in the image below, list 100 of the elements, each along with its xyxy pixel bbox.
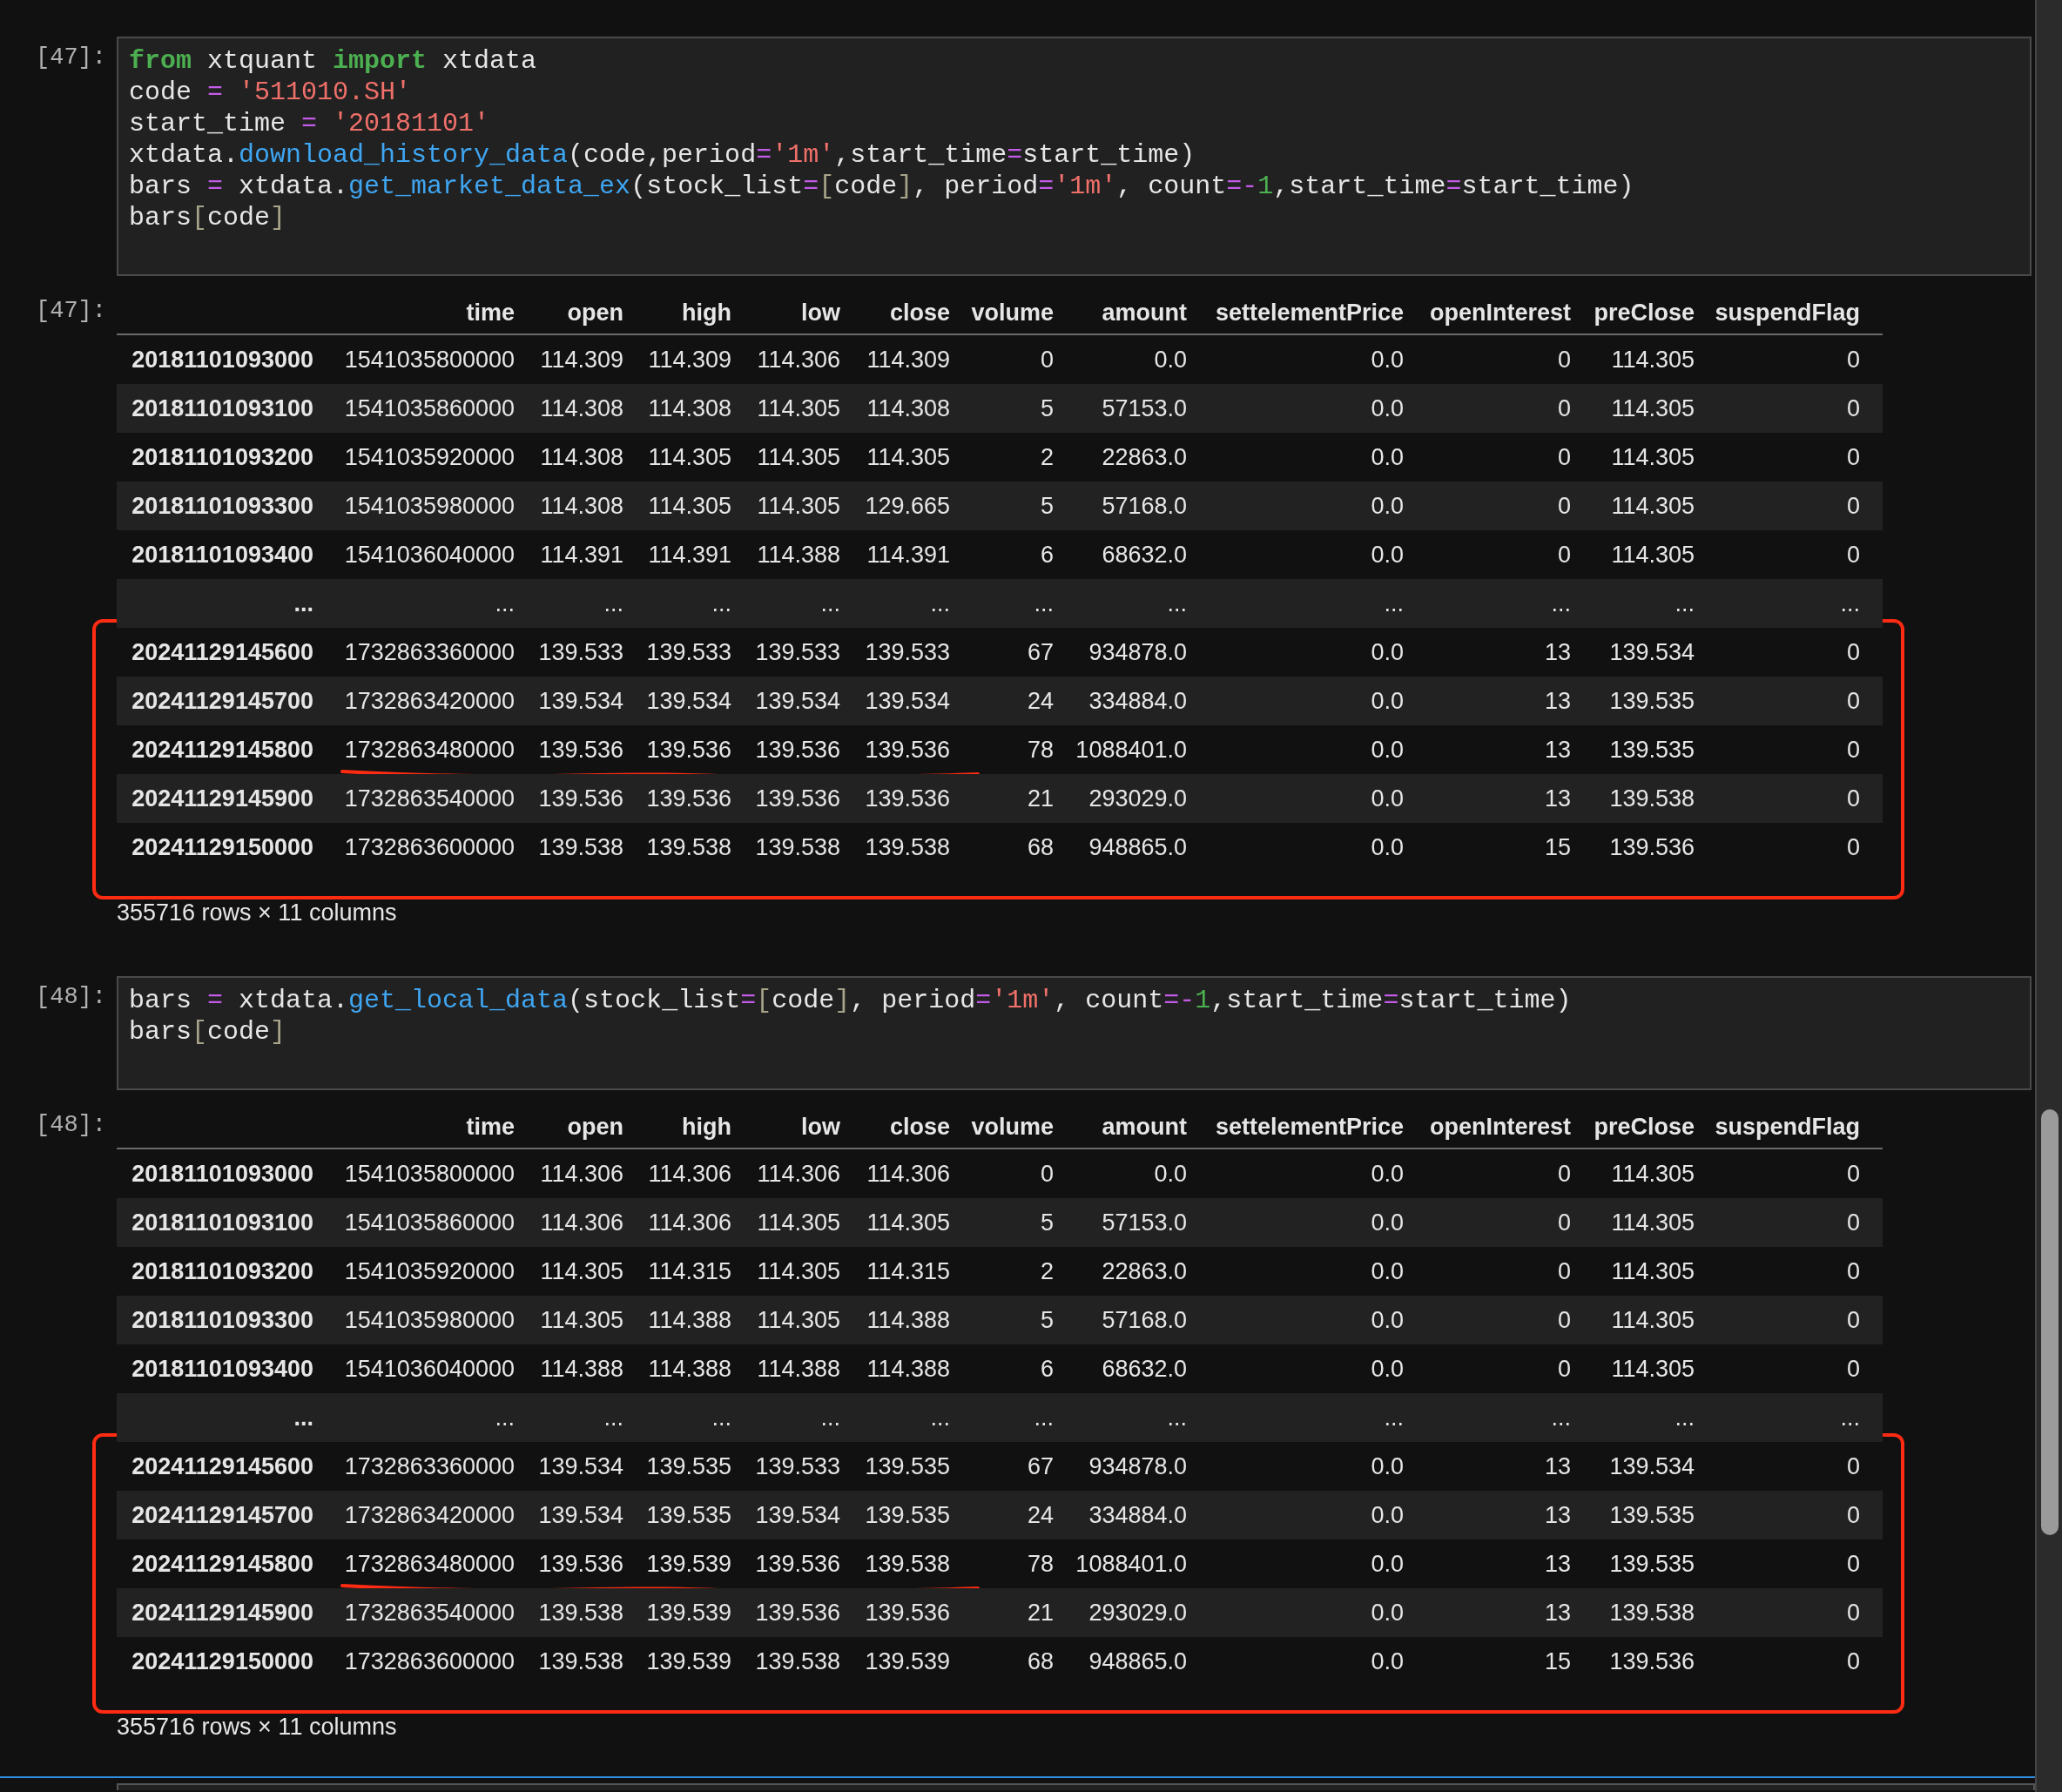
- row-header: 20181101093000: [131, 345, 314, 374]
- row-header: ...: [117, 579, 326, 628]
- code-editor[interactable]: [117, 37, 2032, 276]
- table-cell-text: 139.533: [537, 637, 624, 667]
- table-cell-text: 114.391: [866, 540, 951, 569]
- code-line: bars[code]: [129, 1016, 286, 1048]
- table-cell: 13: [1416, 677, 1583, 725]
- table-cell-text: 1732863600000: [343, 1647, 516, 1676]
- table-cell-text: 139.539: [645, 1549, 732, 1579]
- table-cell-text: 1541035800000: [343, 345, 516, 374]
- table-cell-text: 1732863480000: [343, 735, 516, 765]
- table-cell-text: 139.539: [645, 1647, 732, 1676]
- table-cell: 1541035980000: [326, 1296, 527, 1344]
- table-cell: 24: [962, 1491, 1066, 1539]
- code-line: code = '511010.SH': [129, 77, 412, 108]
- table-cell-text: 13: [1543, 735, 1572, 765]
- table-cell-text: 0.0: [1370, 1256, 1405, 1286]
- table-cell: 13: [1416, 774, 1583, 823]
- scrollbar-thumb[interactable]: [2040, 1109, 2059, 1535]
- table-cell-text: 13: [1543, 1549, 1572, 1579]
- table-cell-text: 139.535: [1608, 735, 1695, 765]
- table-cell: ...: [527, 579, 636, 628]
- table-cell: ...: [962, 1393, 1066, 1442]
- table-cell: 1541035980000: [326, 482, 527, 530]
- table-cell-text: 0: [1556, 1256, 1572, 1286]
- row-header: 20241129145900: [117, 1588, 326, 1637]
- table-cell-text: 139.535: [1608, 1549, 1695, 1579]
- table-cell: 0: [1707, 774, 1883, 823]
- table-cell: 114.305: [1583, 384, 1707, 433]
- table-cell: ...: [636, 1393, 744, 1442]
- cell-prompt: [47]:: [36, 297, 107, 324]
- table-cell: 1541035860000: [326, 1198, 527, 1247]
- column-header: open: [566, 299, 624, 327]
- table-cell: 139.536: [852, 1588, 962, 1637]
- table-cell-text: 0: [1556, 540, 1572, 569]
- row-header: 20181101093400: [131, 540, 314, 569]
- table-cell-text: 114.305: [756, 442, 841, 472]
- table-cell: 114.305: [744, 1296, 852, 1344]
- table-cell: 0: [1416, 1296, 1583, 1344]
- table-cell-text: 114.315: [647, 1256, 732, 1286]
- table-cell: 114.305: [744, 482, 852, 530]
- table-cell: 1541035860000: [326, 384, 527, 433]
- table-cell: 0.0: [1199, 1198, 1416, 1247]
- table-cell-text: 0: [1845, 1452, 1861, 1481]
- table-cell: 139.535: [852, 1491, 962, 1539]
- table-cell: 13: [1416, 1491, 1583, 1539]
- row-header: ...: [117, 1393, 326, 1442]
- table-cell-text: 15: [1543, 1647, 1572, 1676]
- table-cell-text: 948865.0: [1088, 832, 1188, 862]
- table-cell-text: 114.305: [866, 442, 951, 472]
- table-cell-text: 68: [1026, 832, 1055, 862]
- table-cell: ...: [1416, 1393, 1583, 1442]
- table-cell-text: 114.306: [647, 1159, 732, 1189]
- table-cell: 5: [962, 1296, 1066, 1344]
- column-header: settelementPrice: [1214, 299, 1405, 327]
- table-cell-text: 139.533: [864, 637, 951, 667]
- table-cell: 114.306: [636, 1198, 744, 1247]
- table-cell-text: 0: [1039, 1159, 1055, 1189]
- table-cell-text: 1541036040000: [343, 1354, 516, 1384]
- table-cell: 139.535: [1583, 677, 1707, 725]
- table-cell: 139.539: [636, 1588, 744, 1637]
- row-header: 20241129145800: [131, 1549, 314, 1579]
- table-cell-text: 13: [1543, 1452, 1572, 1481]
- code-line: xtdata.download_history_data(code,period='1m',start_time=start_time): [129, 139, 1196, 171]
- row-header: 20181101093300: [117, 482, 326, 530]
- table-cell-text: 0.0: [1370, 1159, 1405, 1189]
- table-cell: 0: [1707, 1491, 1883, 1539]
- table-cell-text: 139.536: [754, 1549, 841, 1579]
- table-cell: 139.536: [636, 774, 744, 823]
- table-cell-text: 139.536: [645, 735, 732, 765]
- table-cell: 57168.0: [1066, 482, 1199, 530]
- table-cell: 114.308: [527, 384, 636, 433]
- table-cell-text: 114.388: [866, 1354, 951, 1384]
- table-cell-text: 114.309: [866, 345, 951, 374]
- column-header: openInterest: [1428, 1113, 1572, 1142]
- table-cell: 21: [962, 1588, 1066, 1637]
- table-cell: 0.0: [1199, 1296, 1416, 1344]
- table-cell-text: 1088401.0: [1075, 1549, 1188, 1579]
- table-cell: ...: [326, 579, 527, 628]
- table-cell: 0: [1707, 1296, 1883, 1344]
- scrollbar[interactable]: [2035, 0, 2062, 1792]
- table-cell: 139.536: [744, 1588, 852, 1637]
- table-cell: ...: [962, 579, 1066, 628]
- table-cell-text: 114.305: [1610, 1159, 1695, 1189]
- table-cell: 334884.0: [1066, 1491, 1199, 1539]
- table-cell-text: 22863.0: [1101, 442, 1188, 472]
- table-cell-text: 114.388: [647, 1354, 732, 1384]
- table-cell-text: 0.0: [1153, 345, 1188, 374]
- column-header: amount: [1101, 299, 1188, 327]
- table-cell: 114.308: [636, 384, 744, 433]
- table-cell-text: 114.309: [647, 345, 732, 374]
- table-cell-text: 114.305: [647, 442, 732, 472]
- table-cell-text: 78: [1026, 1549, 1055, 1579]
- table-cell-text: 114.305: [756, 1256, 841, 1286]
- table-cell: 139.534: [636, 677, 744, 725]
- table-cell-text: 114.308: [539, 442, 624, 472]
- table-cell-text: 114.388: [756, 1354, 841, 1384]
- code-editor[interactable]: bars = xtdata.get_local_data(stock_list=[code], period='1m', count=-1,start_time=start_time) bars[code]: [117, 976, 2032, 1090]
- table-summary: 355716 rows × 11 columns: [117, 1713, 397, 1741]
- row-header: 20181101093300: [117, 1296, 326, 1344]
